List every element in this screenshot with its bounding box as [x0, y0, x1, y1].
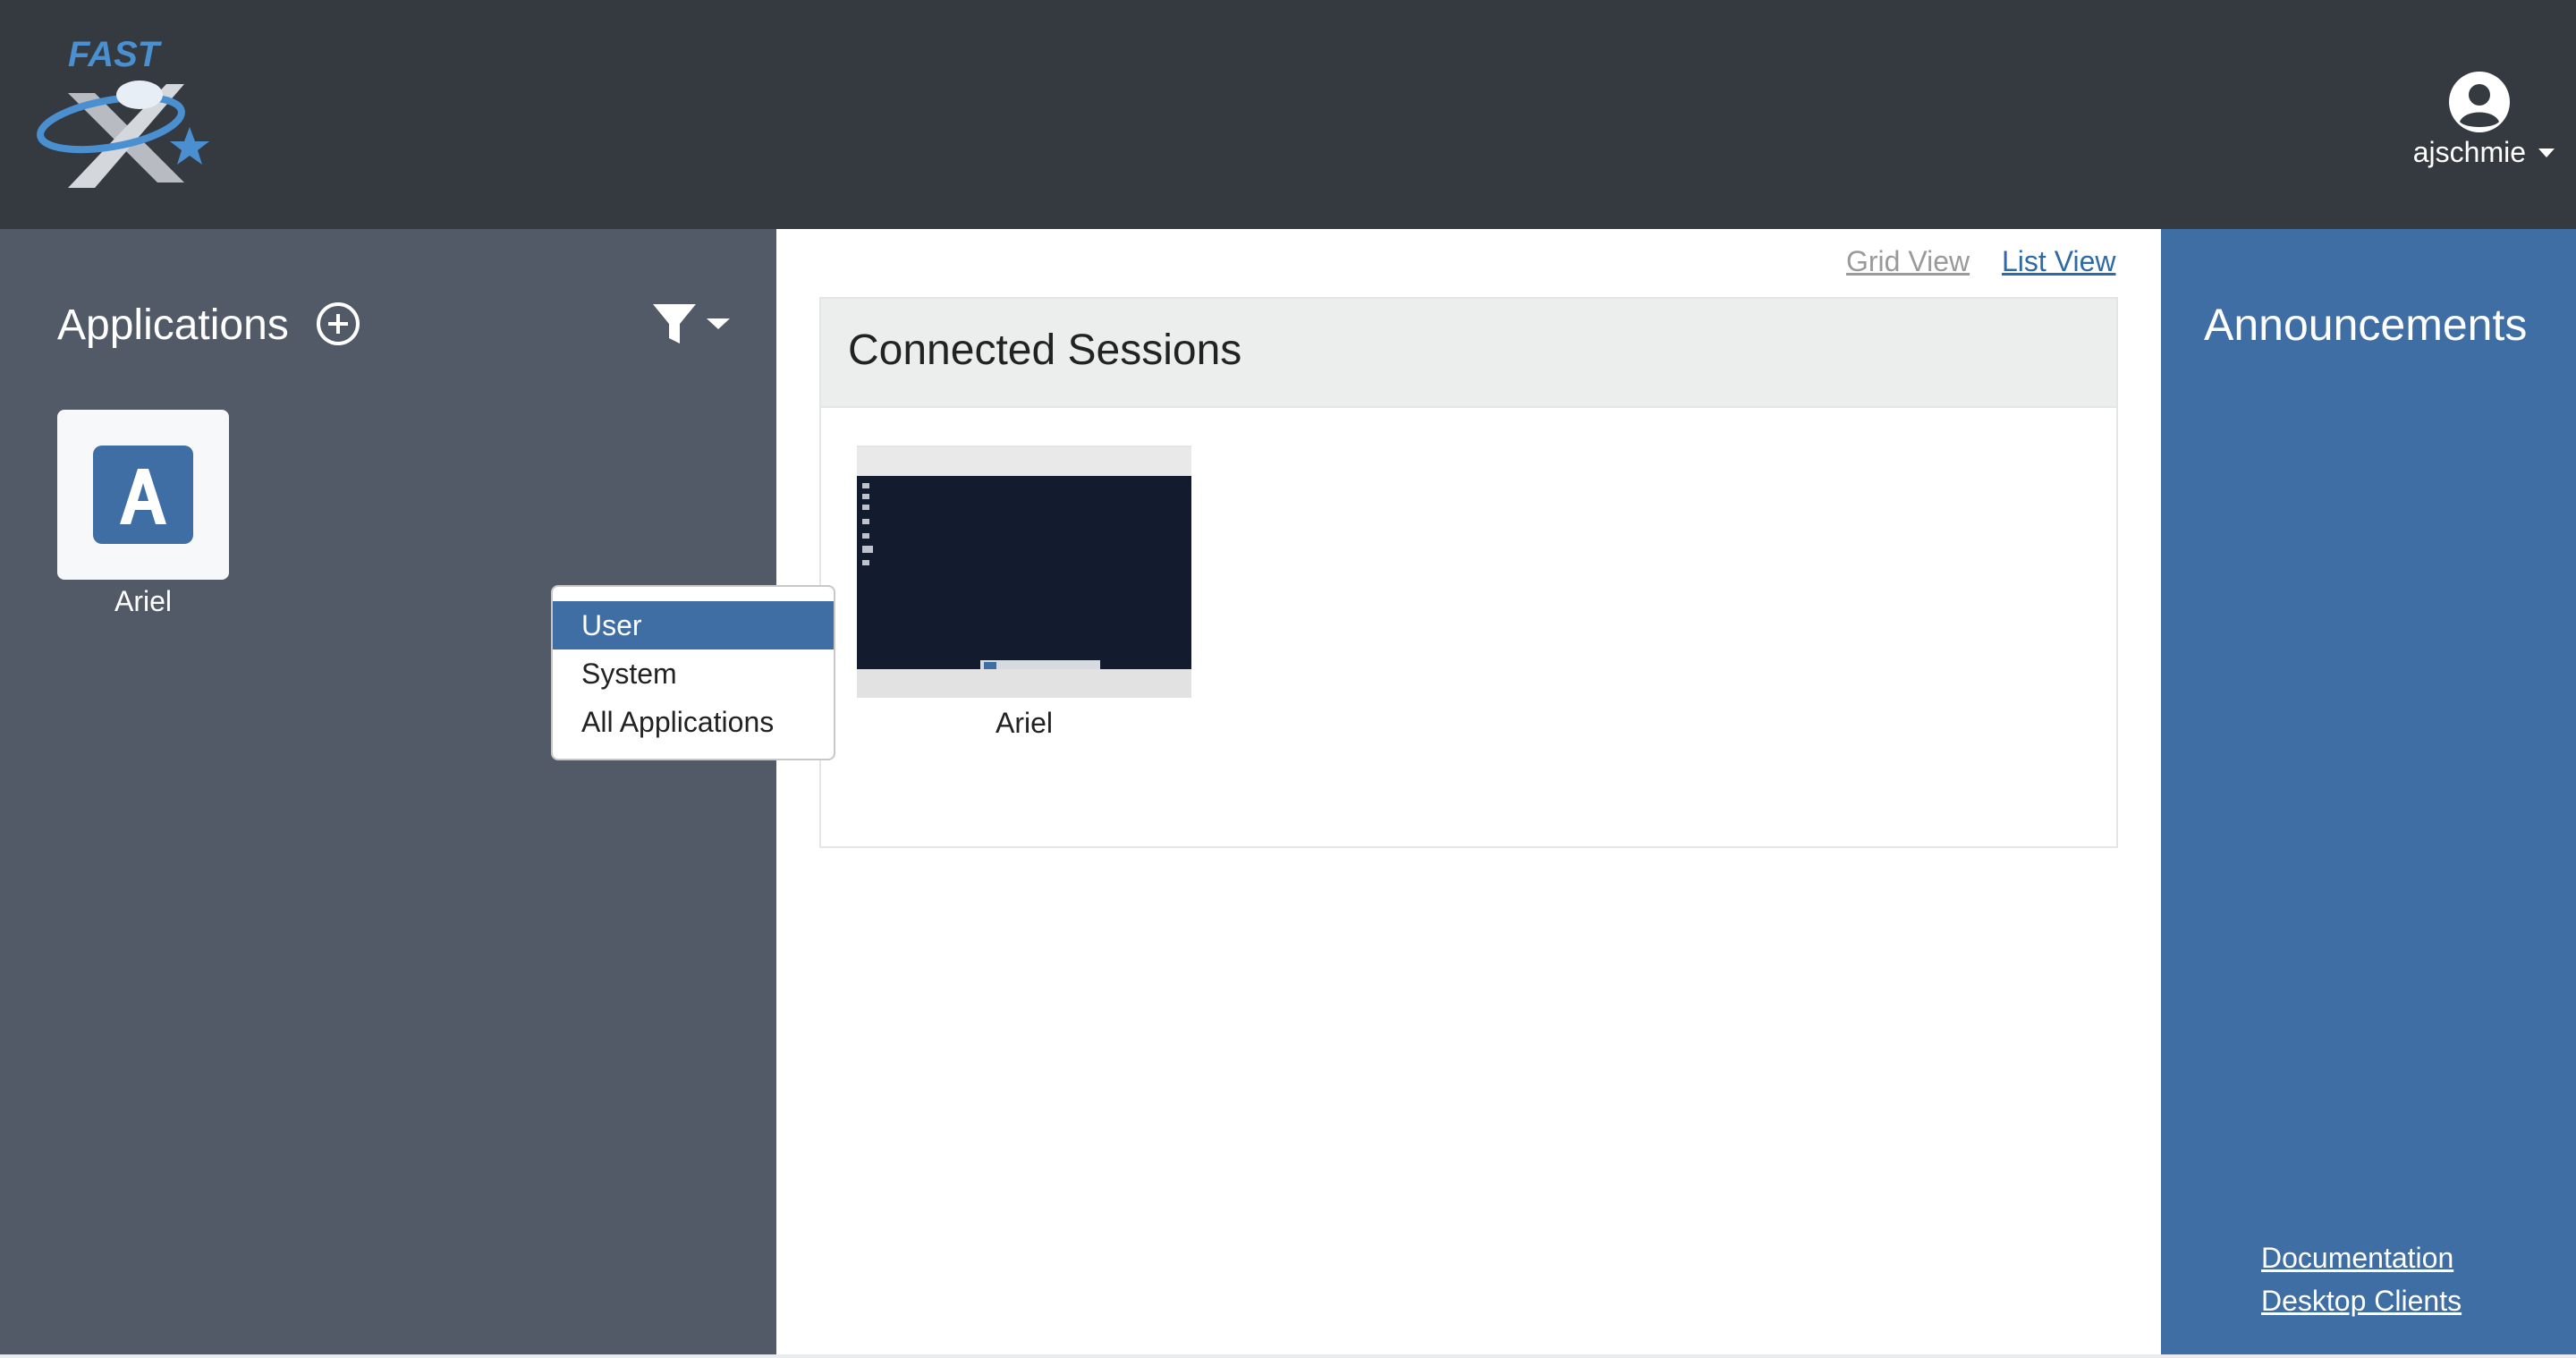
top-header: FAST ajschmie	[0, 0, 2576, 229]
filter-icon	[653, 304, 730, 344]
app-label[interactable]: Ariel	[57, 585, 229, 618]
add-application-icon[interactable]	[315, 301, 361, 347]
session-thumbnail[interactable]	[857, 446, 1191, 698]
filter-option-all[interactable]: All Applications	[553, 698, 834, 746]
session-label[interactable]: Ariel	[857, 707, 1191, 740]
filter-dropdown-button[interactable]	[651, 302, 737, 347]
username-label[interactable]: ajschmie	[2361, 136, 2526, 169]
chevron-down-icon[interactable]	[2537, 147, 2556, 159]
user-avatar-icon[interactable]	[2447, 70, 2512, 134]
applications-heading: Applications	[57, 301, 289, 349]
fastx-logo[interactable]: FAST	[32, 30, 215, 195]
filter-option-system[interactable]: System	[553, 649, 834, 698]
list-view-link[interactable]: List View	[2002, 245, 2115, 278]
ariel-app-icon	[93, 446, 193, 544]
sessions-header: Connected Sessions	[821, 299, 2116, 408]
grid-view-link[interactable]: Grid View	[1846, 245, 1970, 278]
announcements-heading: Announcements	[2204, 300, 2528, 350]
app-tile-ariel[interactable]	[57, 410, 229, 580]
main-content: Grid View List View Connected Sessions A…	[776, 229, 2161, 1354]
logo-text: FAST	[68, 35, 163, 74]
announcements-panel: Announcements Documentation Desktop Clie…	[2161, 229, 2576, 1354]
user-menu[interactable]: ajschmie	[2361, 66, 2558, 174]
sessions-title: Connected Sessions	[848, 327, 1242, 374]
connected-sessions-panel: Connected Sessions Ariel	[819, 297, 2118, 848]
filter-option-user[interactable]: User	[553, 601, 834, 649]
applications-sidebar: Applications Ariel User System All Appli…	[0, 229, 835, 1354]
bottom-border	[0, 1354, 2576, 1358]
filter-dropdown-menu: User System All Applications	[551, 585, 835, 760]
desktop-clients-link[interactable]: Desktop Clients	[2261, 1285, 2462, 1318]
documentation-link[interactable]: Documentation	[2261, 1242, 2453, 1275]
